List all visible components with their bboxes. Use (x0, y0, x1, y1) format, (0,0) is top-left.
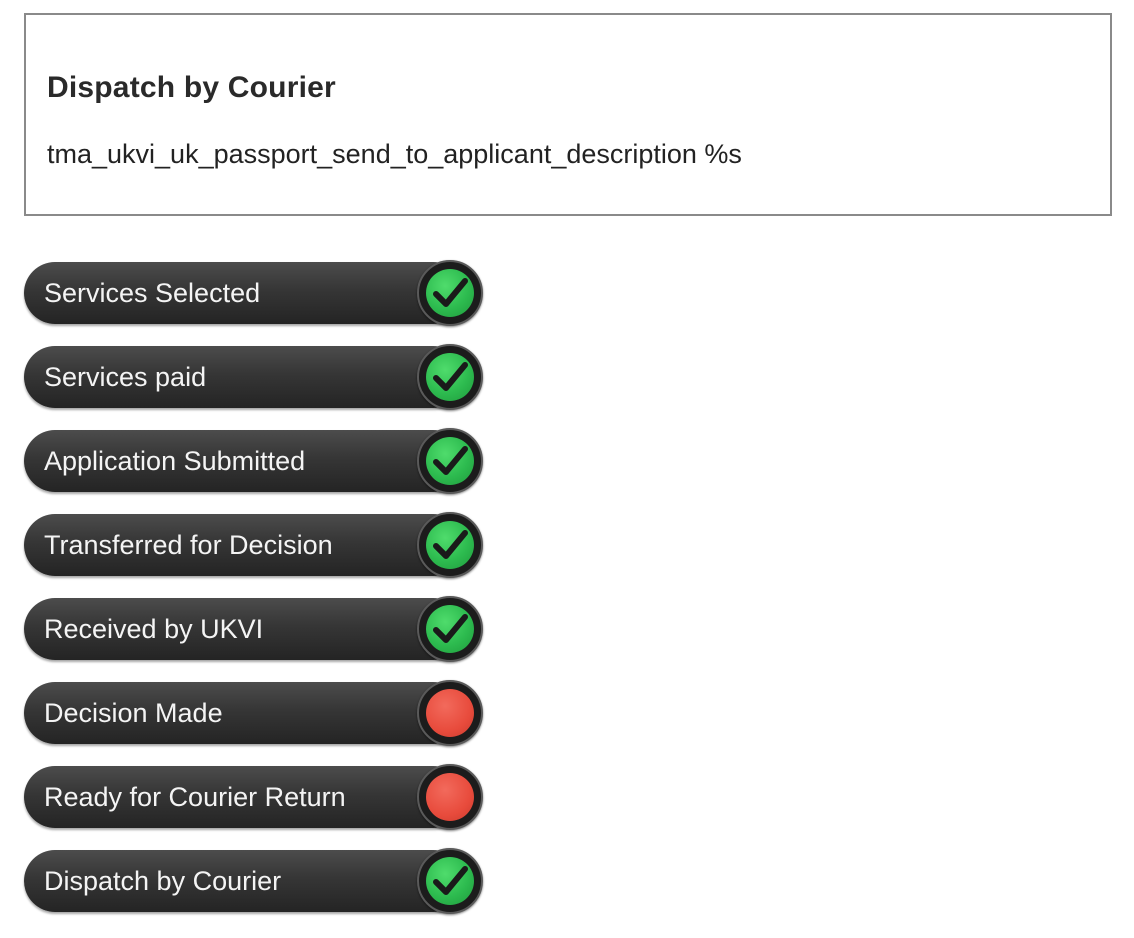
status-indicator (417, 344, 483, 410)
status-steps-list: Services Selected Services paid Applicat… (24, 260, 484, 934)
status-step-pill: Transferred for Decision (24, 514, 464, 576)
status-step-label: Transferred for Decision (44, 530, 333, 560)
status-step-pill: Application Submitted (24, 430, 464, 492)
status-step-label: Received by UKVI (44, 614, 264, 644)
status-step-pill: Services paid (24, 346, 464, 408)
status-step: Services paid (24, 344, 484, 410)
status-step-pill: Decision Made (24, 682, 464, 744)
status-step-label: Application Submitted (44, 446, 306, 476)
status-step: Transferred for Decision (24, 512, 484, 578)
check-icon (426, 605, 474, 653)
check-mark (433, 362, 468, 391)
status-step: Ready for Courier Return (24, 764, 484, 830)
check-mark (433, 530, 468, 559)
info-panel: Dispatch by Courier tma_ukvi_uk_passport… (24, 13, 1112, 216)
status-step-label: Decision Made (44, 698, 223, 728)
status-step-pill: Ready for Courier Return (24, 766, 464, 828)
red-dot-icon (426, 689, 474, 737)
check-mark (433, 614, 468, 643)
status-step: Decision Made (24, 680, 484, 746)
status-indicator (417, 428, 483, 494)
status-step-label: Services paid (44, 362, 207, 392)
check-mark (433, 278, 468, 307)
status-step: Dispatch by Courier (24, 848, 484, 914)
status-step-pill: Dispatch by Courier (24, 850, 464, 912)
status-step-label: Dispatch by Courier (44, 866, 282, 896)
status-indicator (417, 680, 483, 746)
status-step: Services Selected (24, 260, 484, 326)
status-step-pill: Received by UKVI (24, 598, 464, 660)
status-indicator (417, 596, 483, 662)
status-step: Application Submitted (24, 428, 484, 494)
info-description: tma_ukvi_uk_passport_send_to_applicant_d… (47, 139, 742, 169)
status-indicator (417, 764, 483, 830)
status-step: Received by UKVI (24, 596, 484, 662)
status-indicator (417, 512, 483, 578)
check-icon (426, 521, 474, 569)
check-icon (426, 269, 474, 317)
status-indicator (417, 260, 483, 326)
red-dot-icon (426, 773, 474, 821)
check-mark (433, 866, 468, 895)
check-icon (426, 437, 474, 485)
check-mark (433, 446, 468, 475)
status-step-label: Services Selected (44, 278, 261, 308)
status-indicator (417, 848, 483, 914)
status-step-pill: Services Selected (24, 262, 464, 324)
check-icon (426, 857, 474, 905)
info-title: Dispatch by Courier (47, 71, 336, 104)
status-step-label: Ready for Courier Return (44, 782, 346, 812)
check-icon (426, 353, 474, 401)
